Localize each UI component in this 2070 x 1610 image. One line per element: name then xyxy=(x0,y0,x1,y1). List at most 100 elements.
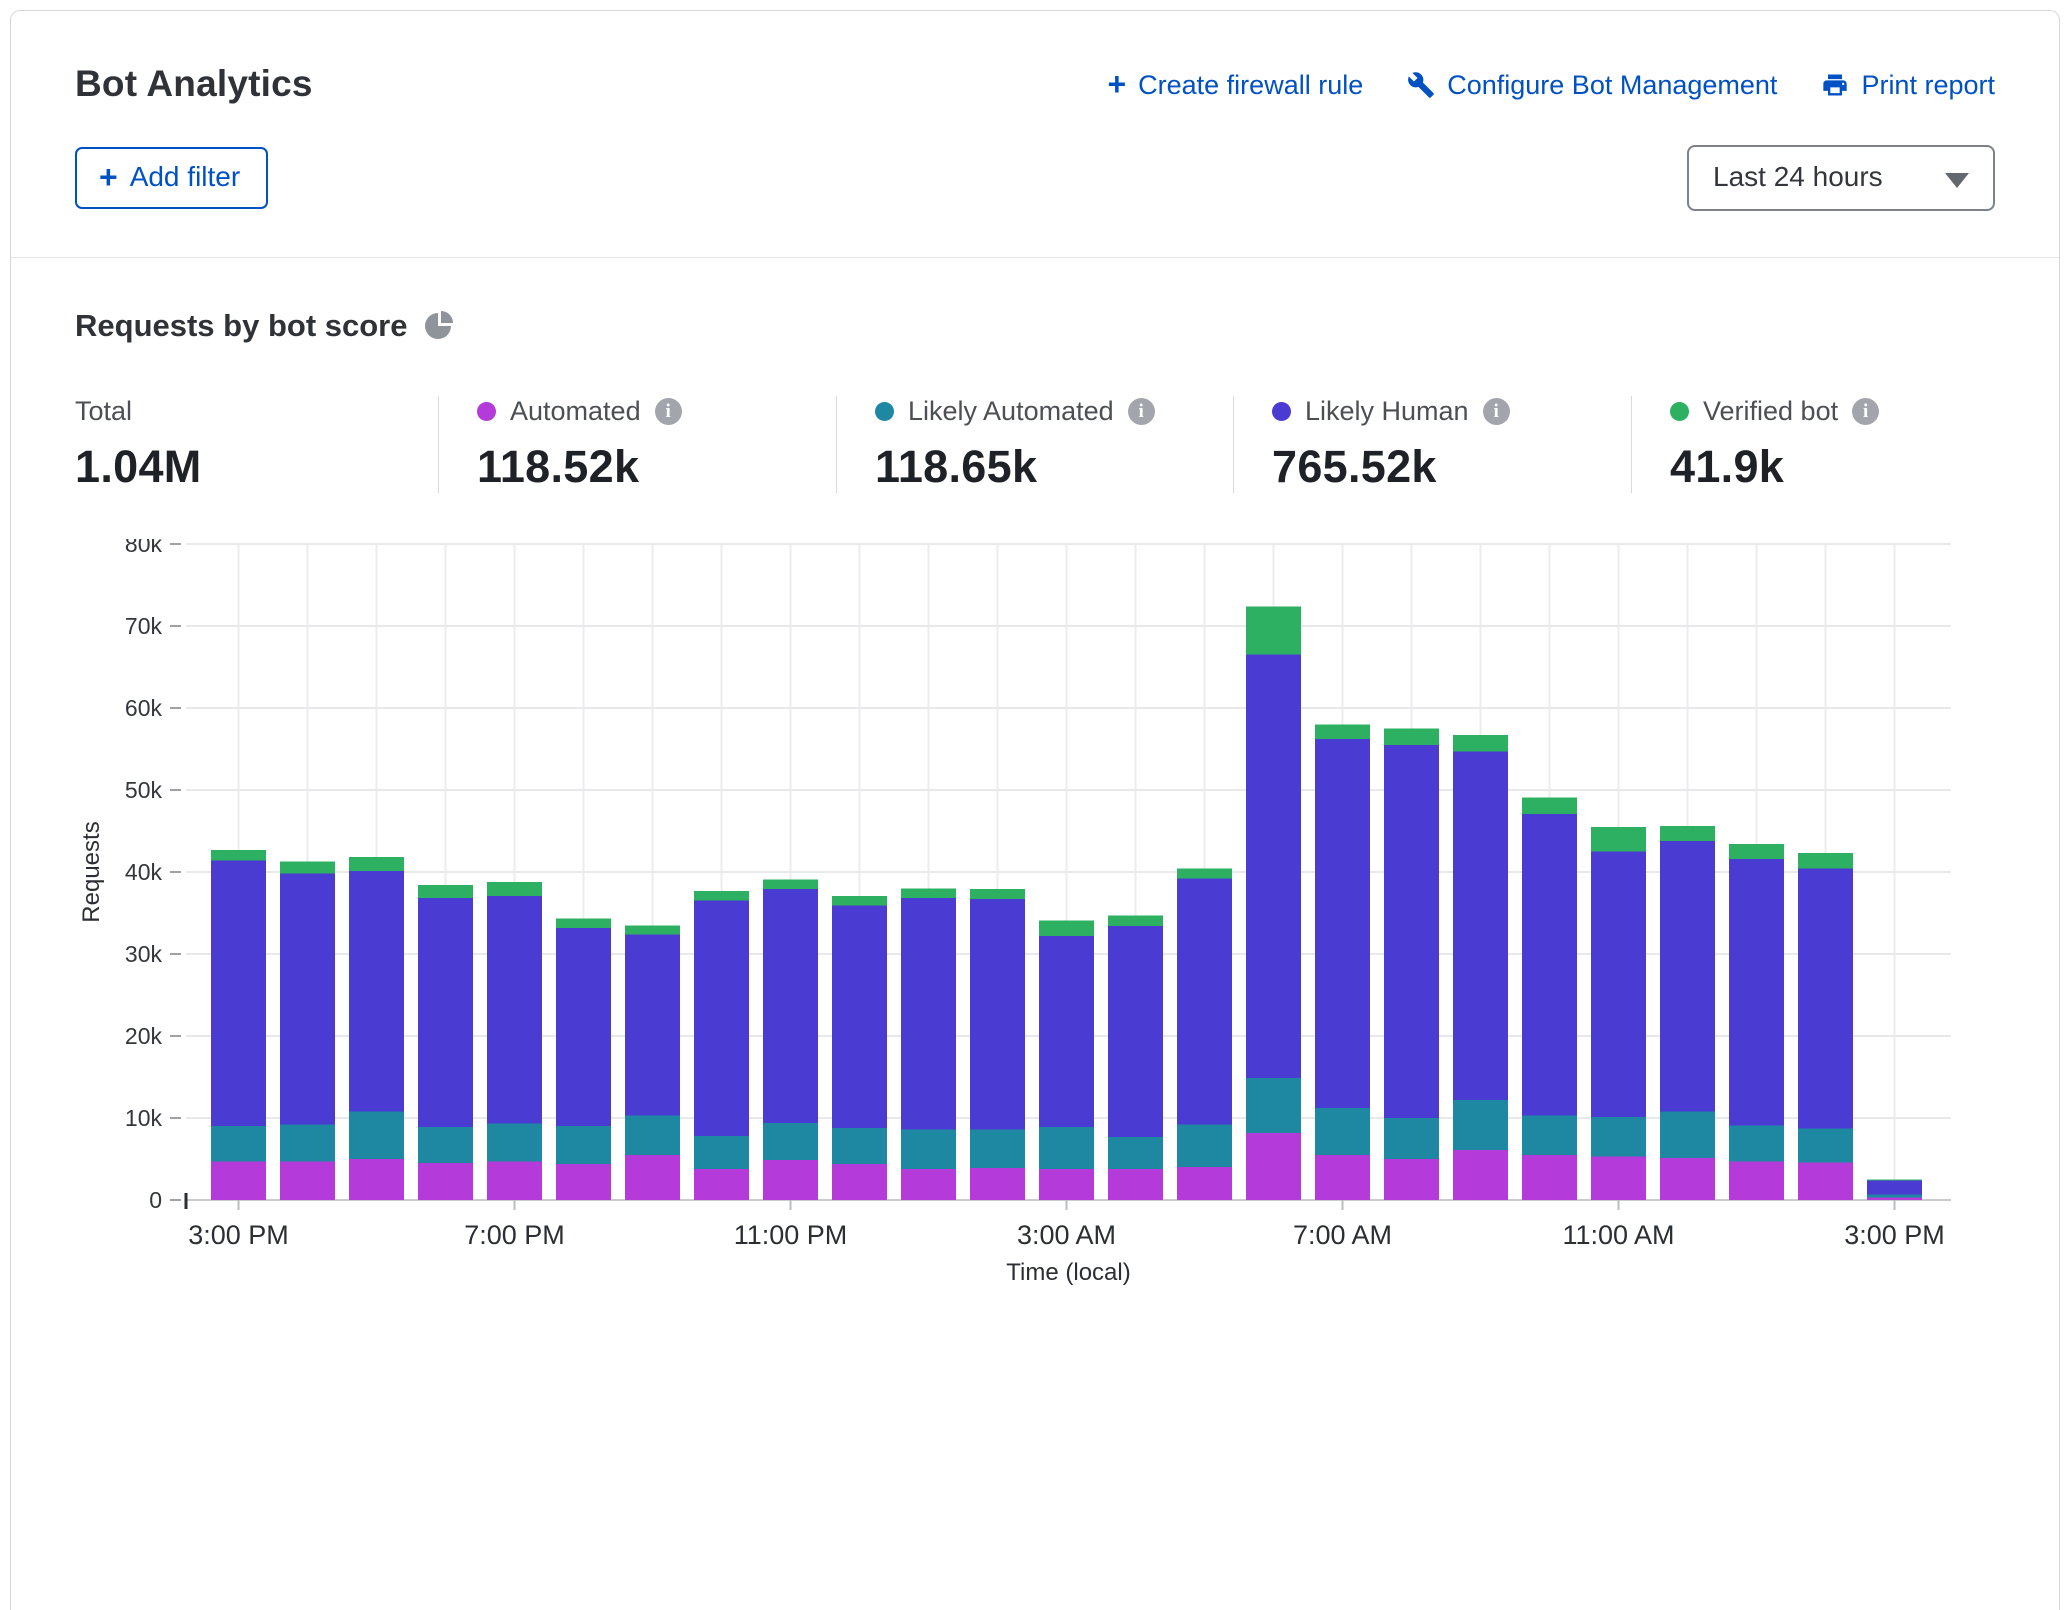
bar-segment-automated[interactable] xyxy=(1867,1198,1922,1200)
bar-segment-likely-human[interactable] xyxy=(349,871,404,1111)
bar-segment-likely-automated[interactable] xyxy=(349,1111,404,1159)
bar-segment-likely-human[interactable] xyxy=(280,874,335,1125)
info-icon[interactable]: i xyxy=(1852,398,1879,425)
bar-segment-automated[interactable] xyxy=(1453,1150,1508,1200)
bar-segment-likely-human[interactable] xyxy=(970,899,1025,1129)
bar-segment-likely-automated[interactable] xyxy=(1039,1127,1094,1169)
bar-segment-likely-human[interactable] xyxy=(211,861,266,1127)
bar-segment-likely-automated[interactable] xyxy=(901,1129,956,1168)
bar-segment-likely-automated[interactable] xyxy=(1729,1125,1784,1161)
add-filter-button[interactable]: + Add filter xyxy=(75,147,268,209)
bar-segment-likely-human[interactable] xyxy=(1522,814,1577,1116)
bar-segment-likely-automated[interactable] xyxy=(1660,1111,1715,1158)
time-range-select[interactable]: Last 24 hours xyxy=(1687,145,1995,211)
bar-segment-likely-human[interactable] xyxy=(625,934,680,1115)
bar-segment-verified-bot[interactable] xyxy=(1315,724,1370,739)
bar-segment-verified-bot[interactable] xyxy=(625,925,680,934)
bar-segment-automated[interactable] xyxy=(625,1155,680,1200)
bar-segment-likely-automated[interactable] xyxy=(418,1127,473,1163)
bar-segment-likely-automated[interactable] xyxy=(1867,1194,1922,1197)
bar-segment-verified-bot[interactable] xyxy=(1177,869,1232,879)
bar-segment-automated[interactable] xyxy=(901,1169,956,1200)
bar-segment-verified-bot[interactable] xyxy=(1591,827,1646,852)
bar-segment-likely-automated[interactable] xyxy=(1108,1137,1163,1169)
bar-segment-automated[interactable] xyxy=(1246,1133,1301,1200)
bar-segment-verified-bot[interactable] xyxy=(763,879,818,889)
bar-segment-verified-bot[interactable] xyxy=(1384,729,1439,745)
bar-segment-likely-automated[interactable] xyxy=(556,1126,611,1164)
bar-segment-verified-bot[interactable] xyxy=(1798,853,1853,869)
bar-segment-likely-automated[interactable] xyxy=(1315,1108,1370,1155)
bar-segment-automated[interactable] xyxy=(1039,1169,1094,1200)
bar-segment-likely-automated[interactable] xyxy=(1177,1125,1232,1168)
bar-segment-verified-bot[interactable] xyxy=(280,861,335,873)
bar-segment-verified-bot[interactable] xyxy=(211,850,266,861)
bar-segment-verified-bot[interactable] xyxy=(1729,844,1784,859)
bar-segment-verified-bot[interactable] xyxy=(1039,920,1094,936)
configure-bot-management-link[interactable]: Configure Bot Management xyxy=(1407,70,1777,101)
bar-segment-likely-automated[interactable] xyxy=(970,1129,1025,1168)
bar-segment-automated[interactable] xyxy=(694,1169,749,1200)
bar-segment-automated[interactable] xyxy=(832,1164,887,1200)
bar-segment-likely-human[interactable] xyxy=(418,898,473,1127)
bar-segment-likely-automated[interactable] xyxy=(1798,1129,1853,1163)
bar-segment-verified-bot[interactable] xyxy=(1108,915,1163,926)
bar-segment-verified-bot[interactable] xyxy=(418,885,473,898)
bar-segment-verified-bot[interactable] xyxy=(1522,797,1577,813)
bar-segment-likely-human[interactable] xyxy=(1729,859,1784,1126)
bar-segment-likely-human[interactable] xyxy=(832,906,887,1128)
bar-segment-likely-human[interactable] xyxy=(556,928,611,1126)
bar-segment-verified-bot[interactable] xyxy=(970,889,1025,899)
info-icon[interactable]: i xyxy=(1483,398,1510,425)
bar-segment-likely-automated[interactable] xyxy=(280,1125,335,1162)
bar-segment-likely-human[interactable] xyxy=(1315,739,1370,1108)
bar-segment-automated[interactable] xyxy=(1729,1161,1784,1200)
bar-segment-likely-automated[interactable] xyxy=(1384,1118,1439,1159)
bar-segment-verified-bot[interactable] xyxy=(901,888,956,898)
bar-segment-likely-human[interactable] xyxy=(1453,751,1508,1099)
bar-segment-automated[interactable] xyxy=(1384,1159,1439,1200)
bar-segment-verified-bot[interactable] xyxy=(1660,826,1715,841)
bar-segment-likely-automated[interactable] xyxy=(1522,1116,1577,1155)
bar-segment-likely-human[interactable] xyxy=(487,896,542,1124)
bar-segment-likely-automated[interactable] xyxy=(625,1116,680,1155)
bar-segment-verified-bot[interactable] xyxy=(832,896,887,906)
bar-segment-likely-automated[interactable] xyxy=(1591,1117,1646,1156)
bar-segment-likely-human[interactable] xyxy=(1660,841,1715,1112)
bar-segment-verified-bot[interactable] xyxy=(349,857,404,871)
bar-segment-likely-human[interactable] xyxy=(694,901,749,1136)
bar-segment-automated[interactable] xyxy=(1108,1169,1163,1200)
bar-segment-likely-human[interactable] xyxy=(1867,1180,1922,1194)
bar-segment-automated[interactable] xyxy=(418,1163,473,1200)
bar-segment-likely-automated[interactable] xyxy=(832,1128,887,1164)
bar-segment-verified-bot[interactable] xyxy=(487,882,542,896)
bar-segment-likely-human[interactable] xyxy=(1591,852,1646,1118)
bar-segment-likely-human[interactable] xyxy=(1039,936,1094,1127)
bar-segment-likely-human[interactable] xyxy=(1798,869,1853,1129)
bar-segment-verified-bot[interactable] xyxy=(1453,735,1508,751)
bar-segment-automated[interactable] xyxy=(1177,1167,1232,1200)
create-firewall-rule-link[interactable]: + Create firewall rule xyxy=(1107,69,1363,101)
bar-segment-automated[interactable] xyxy=(211,1161,266,1200)
bar-segment-likely-human[interactable] xyxy=(901,898,956,1129)
bar-segment-automated[interactable] xyxy=(763,1160,818,1200)
bar-segment-likely-human[interactable] xyxy=(1177,879,1232,1125)
bar-segment-automated[interactable] xyxy=(970,1168,1025,1200)
bar-segment-likely-automated[interactable] xyxy=(1246,1078,1301,1133)
bar-segment-automated[interactable] xyxy=(487,1161,542,1200)
bar-segment-likely-automated[interactable] xyxy=(694,1136,749,1169)
bar-segment-automated[interactable] xyxy=(1591,1157,1646,1200)
info-icon[interactable]: i xyxy=(655,398,682,425)
info-icon[interactable]: i xyxy=(1128,398,1155,425)
bar-segment-likely-human[interactable] xyxy=(1384,745,1439,1118)
bar-segment-likely-automated[interactable] xyxy=(487,1124,542,1162)
bar-segment-automated[interactable] xyxy=(1660,1158,1715,1200)
bar-segment-likely-automated[interactable] xyxy=(211,1126,266,1161)
bar-segment-automated[interactable] xyxy=(349,1159,404,1200)
bar-segment-likely-automated[interactable] xyxy=(1453,1100,1508,1150)
bar-segment-verified-bot[interactable] xyxy=(694,891,749,901)
bar-segment-automated[interactable] xyxy=(1315,1155,1370,1200)
bar-segment-automated[interactable] xyxy=(1798,1162,1853,1200)
print-report-link[interactable]: Print report xyxy=(1821,70,1995,101)
bar-segment-likely-human[interactable] xyxy=(1108,926,1163,1137)
